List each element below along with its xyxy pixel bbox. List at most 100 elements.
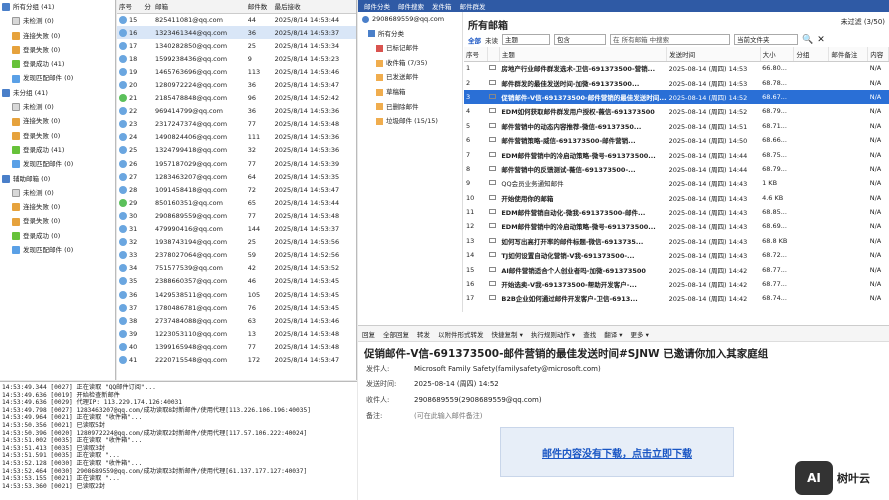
tree-node[interactable]: 登录成功 (0) [0,229,115,243]
folder-item[interactable]: 垃圾邮件 (15/15) [358,114,462,129]
mail-row[interactable]: 5 邮件营销中的动态内容推荐-微信-69137350... 2025-08-14 (… [464,119,889,133]
table-row[interactable]: 39 1223053110@qq.com 13 2025/8/14 14:53:48 [117,327,356,340]
folder-scope-select[interactable]: 当前文件夹 [734,34,798,45]
table-row[interactable]: 36 1429538511@qq.com 105 2025/8/14 14:53:45 [117,288,356,301]
filter-all[interactable]: 全部 [468,35,481,45]
mail-row[interactable]: 4 EDM如何获取邮件群发用户授权-薇信-691373500 2025-08-14 … [464,104,889,118]
table-row[interactable]: 22 969414799@qq.com 36 2025/8/14 14:53:36 [117,105,356,118]
table-row[interactable]: 32 1938743194@qq.com 25 2025/8/14 14:53:56 [117,236,356,249]
table-row[interactable]: 24 1490824406@qq.com 111 2025/8/14 14:53:36 [117,131,356,144]
tree-node[interactable]: 未检测 (0) [0,186,115,200]
menu-item[interactable]: 邮件搜索 [398,1,424,11]
toolbar-button[interactable]: 查找 [583,329,596,339]
table-row[interactable]: 30 2908689559@qq.com 77 2025/8/14 14:53:48 [117,209,356,222]
folder-item[interactable]: 已发送邮件 [358,70,462,85]
table-row[interactable]: 27 1283463207@qq.com 64 2025/8/14 14:53:35 [117,170,356,183]
download-box[interactable]: 邮件内容没有下载，点击立即下载 [500,427,734,477]
column-header[interactable]: 最后接收 [272,0,356,14]
column-header[interactable]: 发送时间 [666,47,761,62]
folder-item[interactable]: 已删除邮件 [358,100,462,115]
toolbar-button[interactable]: 转发 [417,329,430,339]
table-row[interactable]: 37 1780486781@qq.com 76 2025/8/14 14:53:45 [117,301,356,314]
mail-row[interactable]: 8 邮件营销中的反馈测试-薇信-691373500-... 2025-08-14 (… [464,162,889,176]
tree-node[interactable]: 登录失败 (0) [0,43,115,57]
tree-node[interactable]: 辅助邮箱 (0) [0,172,115,186]
tree-node[interactable]: 登录成功 (41) [0,57,115,71]
menu-item[interactable]: 邮件分类 [364,1,390,11]
meta-value[interactable]: (可在此输入邮件备注) [414,411,482,421]
column-header[interactable]: 主题 [499,47,668,62]
mail-row[interactable]: 3 促销邮件-V信-691373500-邮件营销的最佳发送时间... 2025-08… [464,89,889,105]
folder-item[interactable]: 已标记邮件 [358,41,462,56]
clear-icon[interactable]: ✕ [817,35,825,45]
table-row[interactable]: 40 1399165948@qq.com 77 2025/8/14 14:53:48 [117,340,356,353]
tree-node[interactable]: 登录失败 (0) [0,129,115,143]
mail-row[interactable]: 12 EDM邮件营销中的冷启动策略-微号-691373500... 2025-08-… [464,219,889,233]
tree-node[interactable]: 发现匹配邮件 (0) [0,243,115,257]
table-row[interactable]: 20 1280972224@qq.com 36 2025/8/14 14:53:47 [117,78,356,91]
table-row[interactable]: 41 2220715548@qq.com 172 2025/8/14 14:53:47 [117,353,356,366]
folder-item[interactable]: 收件箱 (7/35) [358,56,462,71]
tree-node[interactable]: 未分组 (41) [0,86,115,100]
column-header[interactable]: 邮件备注 [828,47,869,62]
tree-node[interactable]: 登录失败 (0) [0,214,115,228]
table-row[interactable]: 35 2388660357@qq.com 46 2025/8/14 14:53:45 [117,275,356,288]
toolbar-button[interactable]: 快捷复制 ▾ [492,329,523,339]
table-row[interactable]: 19 1465763696@qq.com 113 2025/8/14 14:53:46 [117,65,356,78]
tree-node[interactable]: 登录成功 (41) [0,143,115,157]
mail-row[interactable]: 2 邮件群发的最佳发送时间-加微-691373500... 2025-08-14 (… [464,75,889,89]
table-row[interactable]: 34 751577539@qq.com 42 2025/8/14 14:53:52 [117,262,356,275]
folder-item[interactable]: 所有分类 [358,27,462,42]
search-icon[interactable]: 🔍 [802,35,813,45]
table-row[interactable]: 31 479990416@qq.com 144 2025/8/14 14:53:37 [117,223,356,236]
table-row[interactable]: 26 1957187029@qq.com 77 2025/8/14 14:53:39 [117,157,356,170]
tree-node[interactable]: 发现匹配邮件 (0) [0,157,115,171]
mail-row[interactable]: 13 如何写出高打开率的邮件标题-微信-6913735... 2025-08-14 … [464,234,889,248]
column-header[interactable]: 分组 [793,47,830,62]
tree-node[interactable]: 未检测 (0) [0,14,115,28]
mail-row[interactable]: 7 EDM邮件营销中的冷启动策略-微号-691373500... 2025-08-1… [464,147,889,161]
account-email[interactable]: 2908689559@qq.com [358,12,462,27]
table-row[interactable]: 23 2317247374@qq.com 77 2025/8/14 14:53:48 [117,118,356,131]
operator-select[interactable]: 包含 [554,34,606,45]
column-header[interactable]: 邮箱 [153,0,246,14]
mail-row[interactable]: 14 TJ如何设置自动化营销-V我-691373500-... 2025-08-14… [464,248,889,262]
toolbar-button[interactable]: 全部回复 [383,329,409,339]
mail-row[interactable]: 17 B2B企业如何通过邮件开发客户-卫信-6913... 2025-08-14 (… [464,291,889,305]
toolbar-button[interactable]: 更多 ▾ [631,329,649,339]
column-header[interactable] [487,47,500,62]
tree-node[interactable]: 所有分组 (41) [0,0,115,14]
table-row[interactable]: 28 1091458418@qq.com 72 2025/8/14 14:53:47 [117,183,356,196]
toolbar-button[interactable]: 执行规则动作 ▾ [531,329,575,339]
tree-node[interactable]: 发现匹配邮件 (0) [0,71,115,85]
table-row[interactable]: 25 1324799418@qq.com 32 2025/8/14 14:53:36 [117,144,356,157]
toolbar-button[interactable]: 回复 [362,329,375,339]
table-row[interactable]: 29 850160351@qq.com 65 2025/8/14 14:53:44 [117,196,356,209]
toolbar-button[interactable]: 翻译 ▾ [604,329,622,339]
mail-row[interactable]: 16 开始选卖-V我-691373500-帮助开发客户-... 2025-08-14… [464,277,889,291]
column-header[interactable]: 序号 [464,47,488,62]
mail-row[interactable]: 6 邮件营销策略-威信-691373500-邮件营销... 2025-08-14 (… [464,133,889,147]
table-row[interactable]: 33 2378027064@qq.com 59 2025/8/14 14:52:56 [117,249,356,262]
search-input[interactable]: 在 所有邮箱 中搜索 [610,34,730,45]
table-row[interactable]: 17 1340282850@qq.com 25 2025/8/14 14:53:34 [117,39,356,52]
table-row[interactable]: 38 2737484088@qq.com 63 2025/8/14 14:53:46 [117,314,356,327]
table-row[interactable]: 15 825411081@qq.com 44 2025/8/14 14:53:44 [117,13,356,26]
table-row[interactable]: 21 2185478848@qq.com 96 2025/8/14 14:52:42 [117,92,356,105]
mail-row[interactable]: 15 AI邮件营销适合个人创业者吗-加微-691373500 2025-08-14 … [464,262,889,276]
column-header[interactable]: 分 [142,0,153,14]
mail-row[interactable]: 1 房地产行业邮件群发选术-卫信-691373500-营销... 2025-08-1… [464,61,889,75]
filter-unread[interactable]: 未读 [485,35,498,45]
folder-item[interactable]: 草稿箱 [358,85,462,100]
download-link[interactable]: 邮件内容没有下载，点击立即下载 [542,445,692,460]
mail-row[interactable]: 11 EDM邮件营销自动化-微我-691373500-邮件... 2025-08-1… [464,205,889,219]
column-header[interactable]: 大小 [760,47,795,62]
mail-row[interactable]: 9 QQ会员业务通知邮件 2025-08-14 (周四) 14:43 1 KB N/A [464,176,889,190]
table-row[interactable]: 16 1323461344@qq.com 36 2025/8/14 14:53:37 [117,26,356,40]
tree-node[interactable]: 未检测 (0) [0,100,115,114]
mail-row[interactable]: 10 开始使用你的邮箱 2025-08-14 (周四) 14:43 4.6 KB N/A [464,191,889,205]
tree-node[interactable]: 连接失败 (0) [0,114,115,128]
column-header[interactable]: 邮件数 [245,0,273,14]
column-header[interactable]: 内容 [867,47,889,62]
tree-node[interactable]: 连接失败 (0) [0,29,115,43]
